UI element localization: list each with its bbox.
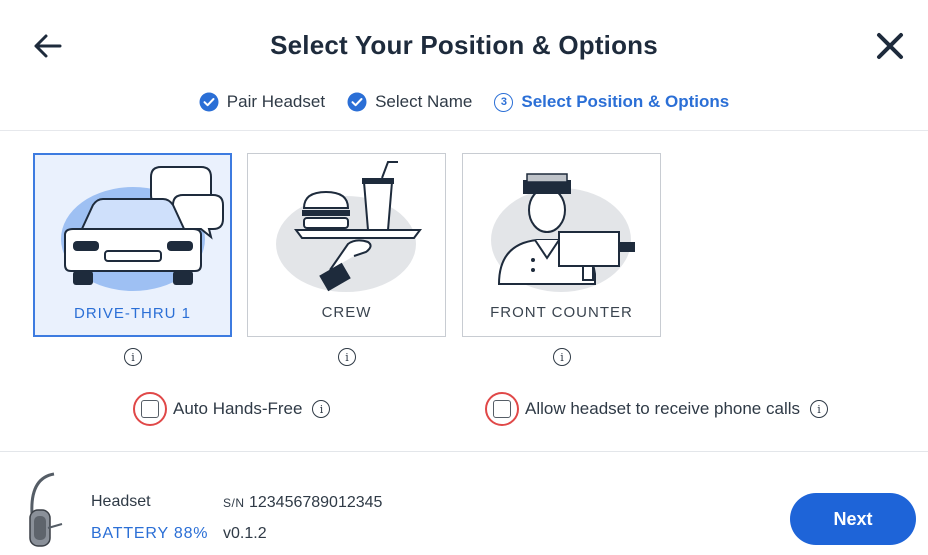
front-counter-info-button[interactable]: i	[553, 348, 573, 368]
step-indicator: Pair Headset Select Name 3 Select Positi…	[0, 92, 928, 112]
info-icon[interactable]: i	[312, 400, 331, 418]
step-select-position: 3 Select Position & Options	[494, 92, 729, 112]
phone-calls-label: Allow headset to receive phone calls	[525, 399, 800, 418]
step-number-badge: 3	[494, 92, 514, 112]
next-button[interactable]: Next	[790, 493, 916, 545]
battery-status: BATTERY 88%	[91, 525, 209, 542]
check-circle-icon	[199, 92, 219, 112]
drive-thru-info-button[interactable]: i	[124, 348, 144, 368]
page-title: Select Your Position & Options	[270, 30, 658, 60]
auto-hands-free-option: Auto Hands-Free i	[133, 392, 331, 426]
firmware-version: v0.1.2	[223, 525, 267, 542]
serial-value: 123456789012345	[248, 494, 383, 511]
position-card-crew[interactable]: CREW	[247, 153, 446, 337]
device-name: Headset	[91, 493, 151, 510]
step-select-name: Select Name	[347, 92, 472, 112]
position-card-drive-thru[interactable]: DRIVE-THRU 1	[33, 153, 232, 337]
info-icon[interactable]: i	[810, 400, 828, 418]
step-label: Select Position & Options	[521, 92, 730, 111]
phone-calls-option: Allow headset to receive phone calls i	[485, 392, 828, 426]
phone-calls-checkbox[interactable]	[485, 392, 519, 426]
step-pair-headset: Pair Headset	[199, 92, 325, 112]
position-card-front-counter[interactable]: FRONT COUNTER	[462, 153, 661, 337]
header: Select Your Position & Options Pair Head…	[0, 0, 928, 131]
close-icon	[877, 33, 903, 59]
card-label: CREW	[321, 304, 372, 321]
info-icon: i	[553, 348, 571, 366]
serial-number: S/N 123456789012345	[223, 494, 382, 512]
card-label: DRIVE-THRU 1	[73, 305, 191, 322]
checkbox-box	[493, 400, 511, 418]
footer-divider	[0, 451, 928, 452]
headset-icon	[29, 472, 63, 547]
serial-prefix: S/N	[223, 496, 245, 510]
auto-hands-free-checkbox[interactable]	[133, 392, 167, 426]
drive-thru-illustration	[61, 166, 224, 291]
check-circle-icon	[347, 92, 367, 112]
auto-hands-free-label: Auto Hands-Free	[173, 399, 303, 418]
info-icon: i	[338, 348, 356, 366]
info-icon: i	[124, 348, 142, 366]
close-button[interactable]	[872, 28, 908, 64]
crew-illustration	[276, 161, 422, 292]
front-counter-illustration	[491, 173, 635, 292]
step-label: Select Name	[375, 92, 473, 111]
card-label: FRONT COUNTER	[490, 304, 633, 321]
checkbox-box	[141, 400, 159, 418]
step-label: Pair Headset	[226, 92, 326, 111]
crew-info-button[interactable]: i	[338, 348, 358, 368]
